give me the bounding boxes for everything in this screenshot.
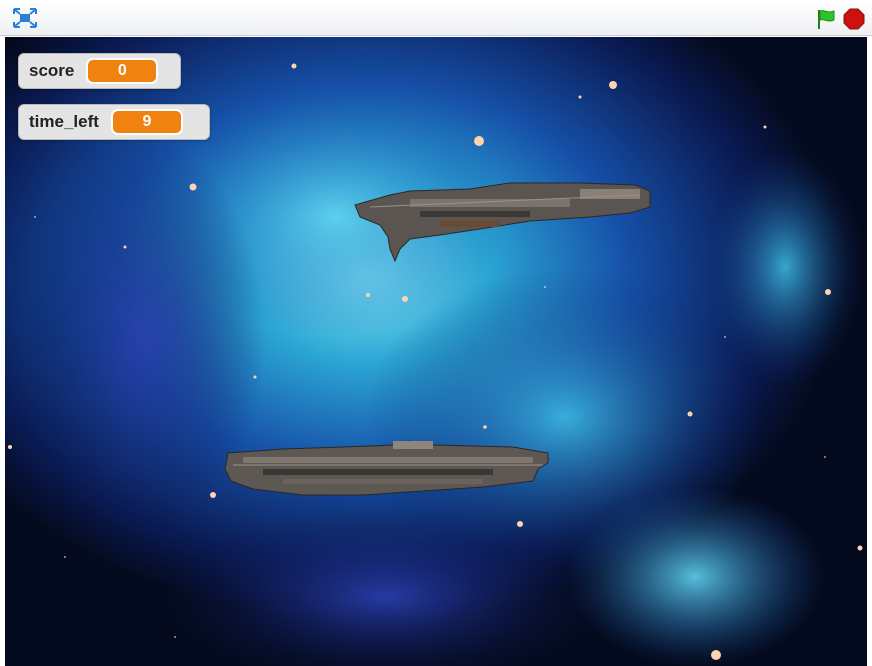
score-monitor[interactable]: score 0 xyxy=(18,53,181,89)
stage-toolbar xyxy=(0,0,872,36)
stage[interactable]: score 0 time_left 9 xyxy=(5,37,867,666)
spaceship-bottom-sprite[interactable] xyxy=(223,439,553,509)
green-flag-icon[interactable] xyxy=(815,8,837,30)
time-left-label: time_left xyxy=(29,112,99,131)
spaceship-top-sprite[interactable] xyxy=(350,177,655,267)
time-left-monitor[interactable]: time_left 9 xyxy=(18,104,210,140)
time-left-value: 9 xyxy=(110,109,183,135)
score-value: 0 xyxy=(86,58,159,84)
fullscreen-icon[interactable] xyxy=(12,7,38,29)
stop-sign-icon[interactable] xyxy=(843,8,865,30)
score-label: score xyxy=(29,61,75,80)
